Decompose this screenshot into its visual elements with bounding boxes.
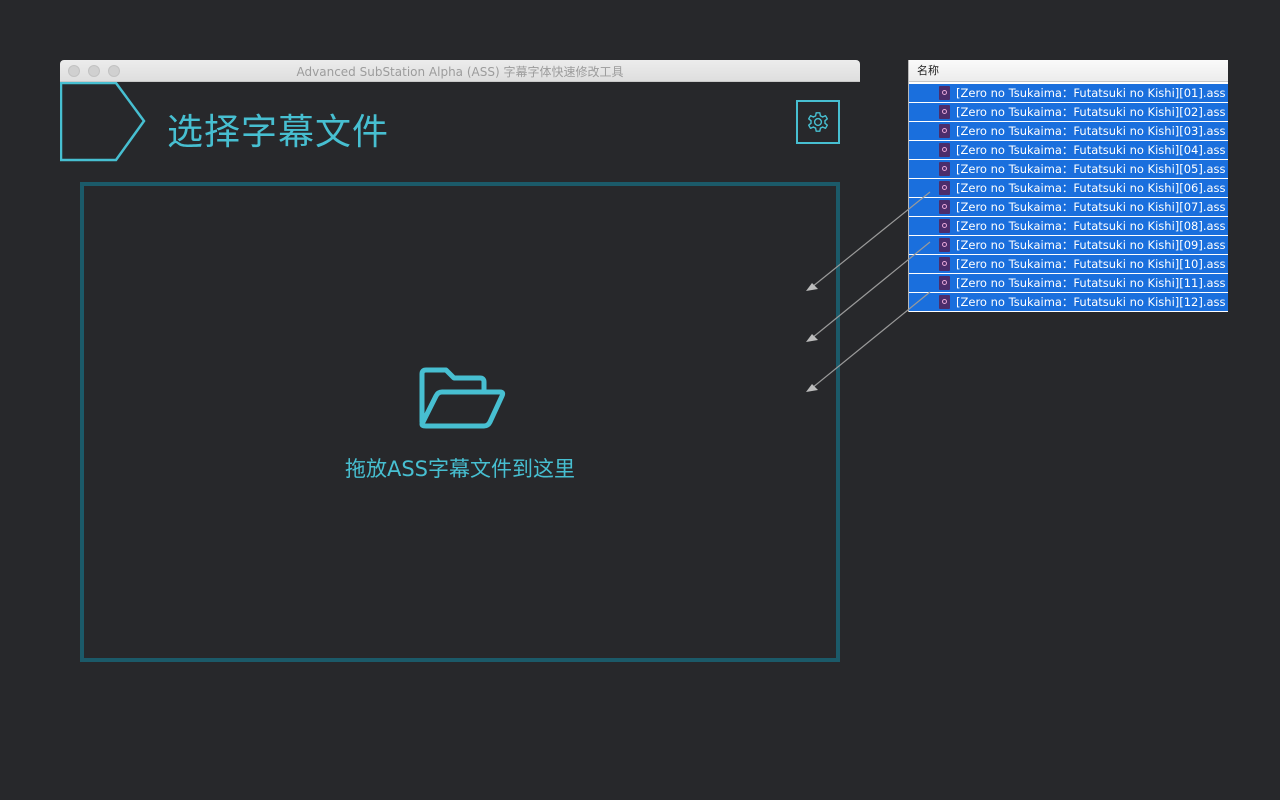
file-row[interactable]: [Zero no Tsukaima：Futatsuki no Kishi][04… [909,141,1228,160]
file-row[interactable]: [Zero no Tsukaima：Futatsuki no Kishi][03… [909,122,1228,141]
file-list: [Zero no Tsukaima：Futatsuki no Kishi][01… [909,84,1228,312]
file-name: [Zero no Tsukaima：Futatsuki no Kishi][02… [956,105,1226,119]
finder-name-column-header[interactable]: 名称 [909,60,1228,82]
page-title: 选择字幕文件 [167,112,390,153]
ass-file-icon [939,276,950,290]
ass-file-icon [939,219,950,233]
file-name: [Zero no Tsukaima：Futatsuki no Kishi][05… [956,162,1226,176]
app-window: Advanced SubStation Alpha (ASS) 字幕字体快速修改… [60,60,860,670]
ass-file-icon [939,124,950,138]
file-name: [Zero no Tsukaima：Futatsuki no Kishi][11… [956,276,1226,290]
window-titlebar[interactable]: Advanced SubStation Alpha (ASS) 字幕字体快速修改… [60,60,860,82]
window-title: Advanced SubStation Alpha (ASS) 字幕字体快速修改… [296,65,624,79]
gear-icon [808,112,828,132]
file-row[interactable]: [Zero no Tsukaima：Futatsuki no Kishi][05… [909,160,1228,179]
ass-file-icon [939,181,950,195]
file-drop-zone[interactable]: 拖放ASS字幕文件到这里 [80,182,840,662]
file-name: [Zero no Tsukaima：Futatsuki no Kishi][03… [956,124,1226,138]
file-row[interactable]: [Zero no Tsukaima：Futatsuki no Kishi][01… [909,84,1228,103]
file-row[interactable]: [Zero no Tsukaima：Futatsuki no Kishi][12… [909,293,1228,312]
ass-file-icon [939,86,950,100]
file-name: [Zero no Tsukaima：Futatsuki no Kishi][07… [956,200,1226,214]
ass-file-icon [939,200,950,214]
file-name: [Zero no Tsukaima：Futatsuki no Kishi][10… [956,257,1226,271]
file-name: [Zero no Tsukaima：Futatsuki no Kishi][12… [956,295,1226,309]
file-row[interactable]: [Zero no Tsukaima：Futatsuki no Kishi][10… [909,255,1228,274]
file-name: [Zero no Tsukaima：Futatsuki no Kishi][09… [956,238,1226,252]
file-row[interactable]: [Zero no Tsukaima：Futatsuki no Kishi][06… [909,179,1228,198]
file-row[interactable]: [Zero no Tsukaima：Futatsuki no Kishi][09… [909,236,1228,255]
file-name: [Zero no Tsukaima：Futatsuki no Kishi][01… [956,86,1226,100]
file-row[interactable]: [Zero no Tsukaima：Futatsuki no Kishi][02… [909,103,1228,122]
folder-open-icon [419,367,506,429]
file-name: [Zero no Tsukaima：Futatsuki no Kishi][06… [956,181,1226,195]
finder-file-list-window: 名称 [Zero no Tsukaima：Futatsuki no Kishi]… [908,60,1228,312]
ass-file-icon [939,143,950,157]
file-name: [Zero no Tsukaima：Futatsuki no Kishi][08… [956,219,1226,233]
ass-file-icon [939,257,950,271]
ass-file-icon [939,295,950,309]
drop-zone-label: 拖放ASS字幕文件到这里 [344,457,576,481]
desktop: Advanced SubStation Alpha (ASS) 字幕字体快速修改… [0,0,1280,800]
ass-file-icon [939,105,950,119]
file-name: [Zero no Tsukaima：Futatsuki no Kishi][04… [956,143,1226,157]
file-row[interactable]: [Zero no Tsukaima：Futatsuki no Kishi][08… [909,217,1228,236]
file-row[interactable]: [Zero no Tsukaima：Futatsuki no Kishi][07… [909,198,1228,217]
ass-file-icon [939,162,950,176]
file-row[interactable]: [Zero no Tsukaima：Futatsuki no Kishi][11… [909,274,1228,293]
ass-file-icon [939,238,950,252]
settings-button[interactable] [796,100,840,144]
step-chevron-icon [60,82,146,162]
